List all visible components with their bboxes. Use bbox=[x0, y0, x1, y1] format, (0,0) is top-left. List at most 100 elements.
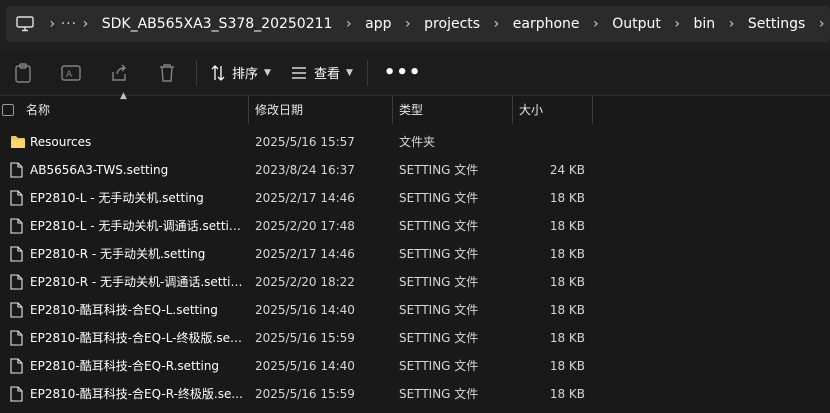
chevron-right-icon[interactable]: › bbox=[44, 16, 61, 32]
file-icon bbox=[10, 352, 26, 380]
file-type: SETTING 文件 bbox=[399, 359, 479, 373]
more-options-button[interactable]: ••• bbox=[372, 62, 434, 83]
file-row[interactable]: Resources 2025/5/16 15:57 文件夹 bbox=[0, 128, 830, 156]
toolbar-divider bbox=[366, 59, 368, 86]
file-modified-date: 2025/2/20 18:22 bbox=[255, 275, 355, 289]
select-all-checkbox[interactable] bbox=[2, 104, 14, 116]
file-size: 18 KB bbox=[549, 359, 585, 373]
view-button[interactable]: 查看 ▼ bbox=[281, 57, 363, 89]
file-modified-date: 2025/5/16 14:40 bbox=[255, 359, 355, 373]
file-modified-date: 2025/5/16 14:40 bbox=[255, 303, 355, 317]
file-icon bbox=[10, 380, 26, 408]
breadcrumb-item[interactable]: projects bbox=[416, 16, 488, 32]
file-icon bbox=[10, 324, 26, 352]
chevron-right-icon[interactable]: › bbox=[399, 16, 416, 32]
address-bar[interactable]: › ··· › SDK_AB565XA3_S378_20250211 › app… bbox=[6, 6, 830, 42]
file-name: EP2810-R - 无手动关机-调通话.setting bbox=[30, 275, 244, 289]
file-name: EP2810-酷耳科技-合EQ-R-终极版.se... bbox=[30, 387, 243, 401]
view-icon bbox=[291, 66, 306, 79]
file-row[interactable]: AB5656A3-TWS.setting 2023/8/24 16:37 SETTI… bbox=[0, 156, 830, 184]
file-icon bbox=[10, 240, 26, 268]
share-icon[interactable] bbox=[107, 61, 131, 85]
file-size: 18 KB bbox=[549, 191, 585, 205]
chevron-right-icon[interactable]: › bbox=[669, 16, 686, 32]
file-modified-date: 2025/2/17 14:46 bbox=[255, 191, 355, 205]
file-modified-date: 2025/2/20 17:48 bbox=[255, 219, 355, 233]
file-modified-date: 2025/5/16 15:57 bbox=[255, 135, 355, 149]
file-list: Resources 2025/5/16 15:57 文件夹 AB5656A3-TWS.… bbox=[0, 128, 830, 408]
breadcrumb-item[interactable]: SDK_AB565XA3_S378_20250211 bbox=[94, 16, 341, 32]
command-bar: A 排序 ▼ 查看 ▼ ••• bbox=[0, 50, 830, 96]
file-name: EP2810-L - 无手动关机-调通话.setting bbox=[30, 219, 244, 233]
file-name: Resources bbox=[30, 135, 92, 149]
file-size: 18 KB bbox=[549, 219, 585, 233]
column-header-name[interactable]: 名称 bbox=[20, 96, 50, 124]
file-icon bbox=[10, 156, 26, 184]
chevron-right-icon[interactable]: › bbox=[77, 16, 94, 32]
file-type: SETTING 文件 bbox=[399, 247, 479, 261]
file-row[interactable]: EP2810-L - 无手动关机.setting 2025/2/17 14:46 S… bbox=[0, 184, 830, 212]
file-type: SETTING 文件 bbox=[399, 163, 479, 177]
chevron-right-icon[interactable]: › bbox=[488, 16, 505, 32]
file-row[interactable]: EP2810-酷耳科技-合EQ-L-终极版.set... 2025/5/16 15… bbox=[0, 324, 830, 352]
svg-text:A: A bbox=[66, 70, 73, 80]
file-modified-date: 2023/8/24 16:37 bbox=[255, 163, 355, 177]
chevron-right-icon[interactable]: › bbox=[340, 16, 357, 32]
computer-icon[interactable] bbox=[16, 14, 34, 34]
file-modified-date: 2025/5/16 15:59 bbox=[255, 387, 355, 401]
address-bar-region: › ··· › SDK_AB565XA3_S378_20250211 › app… bbox=[0, 0, 830, 50]
file-row[interactable]: EP2810-酷耳科技-合EQ-L.setting 2025/5/16 14:40… bbox=[0, 296, 830, 324]
chevron-right-icon[interactable]: › bbox=[588, 16, 605, 32]
file-icon bbox=[10, 212, 26, 240]
breadcrumb-item[interactable]: earphone bbox=[505, 16, 588, 32]
file-type: SETTING 文件 bbox=[399, 219, 479, 233]
file-row[interactable]: EP2810-L - 无手动关机-调通话.setting 2025/2/20 17… bbox=[0, 212, 830, 240]
delete-icon[interactable] bbox=[155, 61, 179, 85]
file-name: EP2810-酷耳科技-合EQ-R.setting bbox=[30, 359, 220, 373]
file-size: 18 KB bbox=[549, 331, 585, 345]
file-size: 18 KB bbox=[549, 247, 585, 261]
sort-icon bbox=[211, 64, 225, 81]
chevron-down-icon: ▼ bbox=[345, 67, 353, 78]
chevron-right-icon[interactable]: › bbox=[723, 16, 740, 32]
file-name: AB5656A3-TWS.setting bbox=[30, 163, 169, 177]
file-name: EP2810-R - 无手动关机.setting bbox=[30, 247, 206, 261]
breadcrumb-item[interactable]: Output bbox=[604, 16, 669, 32]
file-row[interactable]: EP2810-R - 无手动关机.setting 2025/2/17 14:46 S… bbox=[0, 240, 830, 268]
view-label: 查看 bbox=[313, 67, 340, 82]
file-name: EP2810-L - 无手动关机.setting bbox=[30, 191, 204, 205]
file-icon bbox=[10, 268, 26, 296]
folder-icon bbox=[10, 128, 26, 156]
file-row[interactable]: EP2810-酷耳科技-合EQ-R.setting 2025/5/16 14:40… bbox=[0, 352, 830, 380]
chevron-down-icon: ▼ bbox=[264, 67, 271, 78]
file-modified-date: 2025/5/16 15:59 bbox=[255, 331, 355, 345]
breadcrumb-item[interactable]: Settings bbox=[740, 16, 813, 32]
file-size bbox=[512, 128, 585, 156]
column-divider[interactable] bbox=[592, 96, 593, 124]
file-icon bbox=[10, 184, 26, 212]
paste-icon[interactable] bbox=[11, 61, 35, 85]
sort-button[interactable]: 排序 ▼ bbox=[201, 57, 281, 89]
sort-label: 排序 bbox=[232, 67, 259, 82]
column-header-row: ▲ 名称 修改日期 类型 大小 bbox=[0, 91, 830, 124]
file-size: 18 KB bbox=[549, 387, 585, 401]
column-header-date[interactable]: 修改日期 bbox=[249, 96, 303, 124]
file-row[interactable]: EP2810-R - 无手动关机-调通话.setting 2025/2/20 18… bbox=[0, 268, 830, 296]
file-name: EP2810-酷耳科技-合EQ-L-终极版.set... bbox=[30, 331, 244, 345]
column-header-size[interactable]: 大小 bbox=[513, 96, 543, 124]
file-modified-date: 2025/2/17 14:46 bbox=[255, 247, 355, 261]
breadcrumb-item[interactable]: app bbox=[357, 16, 399, 32]
rename-icon[interactable]: A bbox=[59, 61, 83, 85]
breadcrumb-item[interactable]: bin bbox=[686, 16, 724, 32]
file-size: 18 KB bbox=[549, 303, 585, 317]
breadcrumb-overflow-button[interactable]: ··· bbox=[61, 16, 77, 32]
column-header-type[interactable]: 类型 bbox=[393, 96, 423, 124]
file-type: SETTING 文件 bbox=[399, 191, 479, 205]
file-row[interactable]: EP2810-酷耳科技-合EQ-R-终极版.se... 2025/5/16 15:… bbox=[0, 380, 830, 408]
file-type: SETTING 文件 bbox=[399, 303, 479, 317]
file-type: 文件夹 bbox=[399, 135, 436, 149]
sort-ascending-icon: ▲ bbox=[120, 91, 127, 101]
toolbar-divider bbox=[196, 59, 197, 86]
file-size: 24 KB bbox=[549, 163, 585, 177]
chevron-right-icon[interactable]: › bbox=[813, 16, 830, 32]
